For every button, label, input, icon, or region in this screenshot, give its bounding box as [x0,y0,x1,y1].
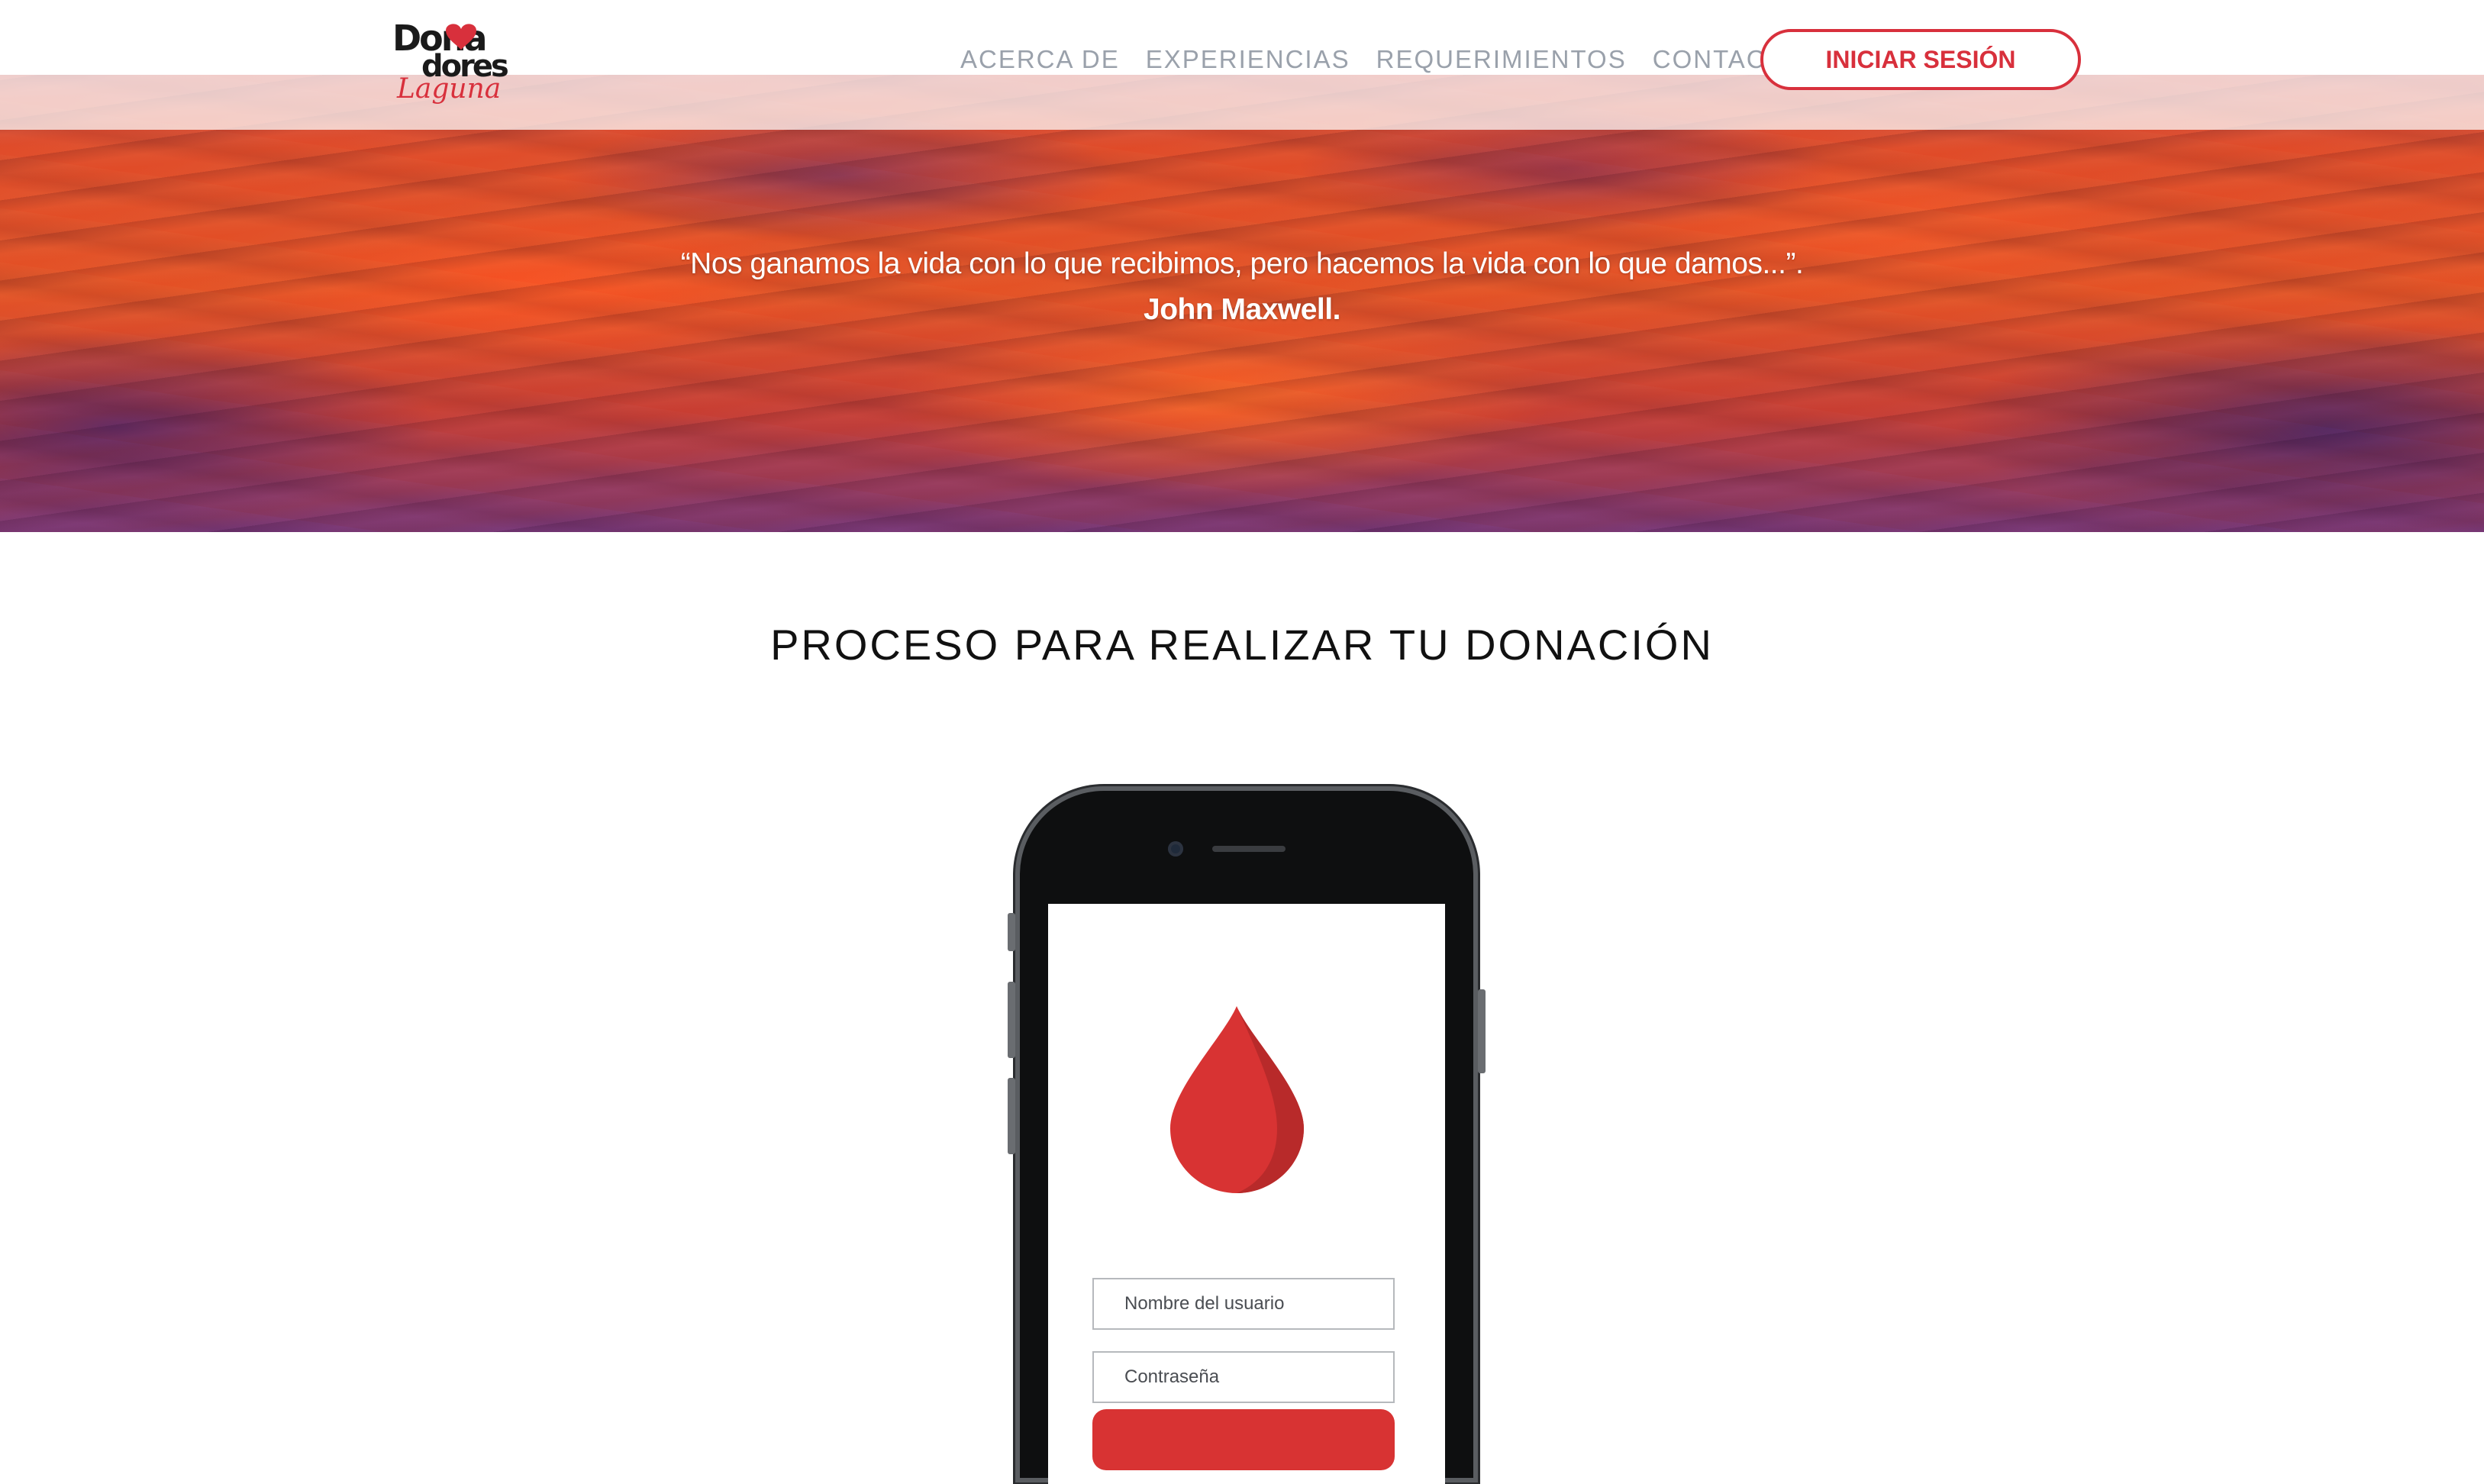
username-field[interactable]: Nombre del usuario [1092,1278,1395,1330]
blood-drop-icon [1170,1006,1304,1193]
quote-author: John Maxwell. [1144,293,1340,326]
process-title: PROCESO PARA REALIZAR TU DONACIÓN [770,621,1714,669]
nav-item-requerimientos[interactable]: REQUERIMIENTOS [1376,43,1627,76]
quote-text: “Nos ganamos la vida con lo que recibimo… [680,247,1804,280]
main-nav: ACERCA DE EXPERIENCIAS REQUERIMIENTOS CO… [960,43,1804,76]
site-header: Dona dores Laguna ACERCA DE EXPERIENCIAS… [0,0,2484,105]
hero-banner: “Nos ganamos la vida con lo que recibimo… [0,0,2484,532]
camera-icon [1168,841,1183,857]
hero-quote: “Nos ganamos la vida con lo que recibimo… [0,241,2484,333]
nav-item-experiencias[interactable]: EXPERIENCIAS [1146,43,1350,76]
phone-side-button [1008,913,1015,951]
phone-power-button [1478,989,1486,1073]
speaker-grille [1212,846,1286,852]
login-button[interactable]: INICIAR SESIÓN [1760,29,2081,90]
donadores-laguna-logo[interactable]: Dona dores Laguna [392,17,534,107]
logo-text-script: Laguna [396,73,501,105]
password-field[interactable]: Contraseña [1092,1351,1395,1403]
username-placeholder: Nombre del usuario [1124,1293,1285,1314]
nav-item-acerca-de[interactable]: ACERCA DE [960,43,1120,76]
phone-screen: Nombre del usuario Contraseña [1048,904,1445,1484]
phone-volume-down [1008,1078,1015,1154]
mockup-submit-button [1092,1409,1395,1470]
password-placeholder: Contraseña [1124,1366,1220,1387]
phone-volume-up [1008,982,1015,1058]
phone-mockup: Nombre del usuario Contraseña [1008,791,1486,1484]
